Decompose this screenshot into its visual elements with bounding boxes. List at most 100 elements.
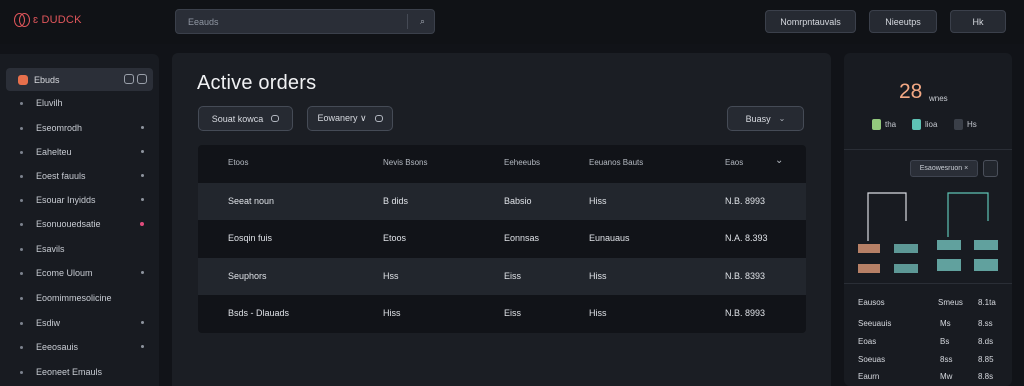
legend-item[interactable]: Hs (954, 119, 977, 130)
orders-table: Etoos Nevis Bsons Eeheeubs Eeuanos Bauts… (198, 145, 806, 333)
legend-label: Hs (967, 120, 977, 129)
top-button-3[interactable]: Hk (950, 10, 1006, 33)
panel-select[interactable]: Esaowesruon × (910, 160, 978, 177)
panel-options-icon[interactable] (983, 160, 998, 177)
node-block (937, 240, 961, 250)
sidebar-item-label: Esouar Inyidds (36, 195, 96, 205)
search-divider (407, 14, 408, 29)
table-cell: Eosqin fuis (228, 233, 273, 243)
legend-swatch (954, 119, 963, 130)
dot-icon (141, 174, 144, 177)
stat-label: Eoas (858, 337, 877, 346)
sidebar-item[interactable]: Eluvilh (20, 96, 150, 110)
sidebar-item[interactable]: Eeoneet Emauls (20, 365, 150, 379)
top-button-1[interactable]: Nomrpntauvals (765, 10, 856, 33)
stats-row: Soeuas 8ss 8.85 (856, 355, 1006, 368)
table-cell: Seuphors (228, 271, 267, 281)
search-icon[interactable]: ⌕ (420, 16, 425, 27)
table-cell: N.A. 8.393 (725, 233, 768, 243)
sidebar-item-label: Eseomrodh (36, 123, 83, 133)
table-row[interactable]: Eosqin fuis Etoos Eonnsas Eunauaus N.A. … (198, 220, 806, 257)
node-block (858, 244, 880, 253)
bullet-icon (20, 174, 23, 178)
bullet-icon (20, 370, 23, 374)
sidebar-item[interactable]: Eahelteu (20, 145, 150, 159)
stat-label: Soeuas (858, 355, 886, 364)
table-cell: Eonnsas (504, 233, 540, 243)
stat-label: Seeuauis (858, 319, 892, 328)
sidebar-item-label: Eoest fauuls (36, 171, 86, 181)
table-cell: N.B. 8993 (725, 308, 766, 318)
divider (844, 149, 1012, 150)
table-cell: Seeat noun (228, 196, 275, 206)
column-header[interactable]: Eeheeubs (504, 158, 540, 167)
bullet-icon (20, 126, 23, 130)
node-block (894, 264, 918, 273)
table-row[interactable]: Bsds - Dlauads Hiss Eiss Hiss N.B. 8993 (198, 295, 806, 332)
sidebar-item-active[interactable]: Ebuds (6, 68, 153, 91)
column-header[interactable]: Eaos (725, 158, 743, 167)
sidebar-item[interactable]: Eeeosauis (20, 340, 150, 354)
sidebar-item[interactable]: Eseomrodh (20, 121, 150, 135)
stat-value: Smeus (938, 298, 963, 307)
sidebar-item[interactable]: Esouar Inyidds (20, 193, 150, 207)
stats-row: Eoas Bs 8.ds (856, 337, 1006, 350)
dot-icon (141, 126, 144, 129)
connector-line (867, 192, 907, 241)
column-header[interactable]: Nevis Bsons (383, 158, 427, 167)
search-input[interactable]: Eeauds ⌕ (175, 9, 435, 34)
brand[interactable]: ɛ DUDCK (14, 13, 82, 27)
node-block (974, 240, 998, 250)
stat-value: 8.ss (978, 319, 993, 328)
table-cell: N.B. 8393 (725, 271, 766, 281)
legend-item[interactable]: tha (872, 119, 896, 130)
top-button-2[interactable]: Nieeutps (869, 10, 937, 33)
chevron-down-icon: ⌄ (778, 114, 786, 123)
sidebar: Ebuds Eluvilh Eseomrodh Eahelteu Eoest f… (0, 54, 159, 386)
stat-label: Eaurn (858, 372, 880, 381)
filter-button-1[interactable]: Souat kowca (198, 106, 293, 131)
stat-value: 8.8s (978, 372, 994, 381)
sidebar-item[interactable]: Esavils (20, 242, 150, 256)
brand-label: ɛ DUDCK (33, 13, 82, 26)
flow-diagram (858, 192, 998, 273)
column-header[interactable]: Eeuanos Bauts (589, 158, 643, 167)
bullet-icon (20, 271, 23, 275)
settings-icon[interactable] (124, 74, 134, 84)
app-icon (18, 74, 28, 85)
table-cell: Eiss (504, 271, 522, 281)
sidebar-item-label: Eeeosauis (36, 342, 79, 352)
dot-icon (141, 321, 144, 324)
chevron-down-icon[interactable]: ⌄ (775, 155, 783, 166)
bullet-icon (20, 345, 23, 349)
dot-icon (141, 150, 144, 153)
sidebar-item-label: Ecome Uloum (36, 268, 93, 278)
table-header: Etoos Nevis Bsons Eeheeubs Eeuanos Bauts… (198, 145, 806, 181)
table-cell: Eiss (504, 308, 522, 318)
sort-button[interactable]: Buasy ⌄ (727, 106, 804, 131)
filter-dropdown[interactable]: Eowanery ∨ (307, 106, 393, 131)
table-cell: Babsio (504, 196, 532, 206)
bullet-icon (20, 296, 23, 300)
sidebar-item[interactable]: Esdiw (20, 316, 150, 330)
notification-dot-icon (140, 222, 144, 226)
table-row[interactable]: Seeat noun B dids Babsio Hiss N.B. 8993 (198, 183, 806, 220)
sidebar-item[interactable]: Eoomimmesolicine (20, 291, 150, 305)
bullet-icon (20, 247, 23, 251)
table-cell: B dids (383, 196, 409, 206)
filter-label: Souat kowca (211, 113, 264, 124)
sidebar-item[interactable]: Ecome Uloum (20, 266, 150, 280)
column-header[interactable]: Etoos (228, 158, 248, 167)
table-row[interactable]: Seuphors Hss Eiss Hiss N.B. 8393 (198, 258, 806, 295)
bullet-icon (20, 101, 23, 105)
sidebar-item[interactable]: Esonuouedsatie (20, 217, 150, 231)
legend-item[interactable]: lioa (912, 119, 937, 130)
table-cell: Hiss (589, 308, 607, 318)
dot-icon (141, 271, 144, 274)
expand-icon[interactable] (137, 74, 147, 84)
bullet-icon (20, 321, 23, 325)
table-cell: Eunauaus (589, 233, 630, 243)
sidebar-item-label: Esdiw (36, 318, 61, 328)
sidebar-item[interactable]: Eoest fauuls (20, 169, 150, 183)
divider (844, 283, 1012, 284)
